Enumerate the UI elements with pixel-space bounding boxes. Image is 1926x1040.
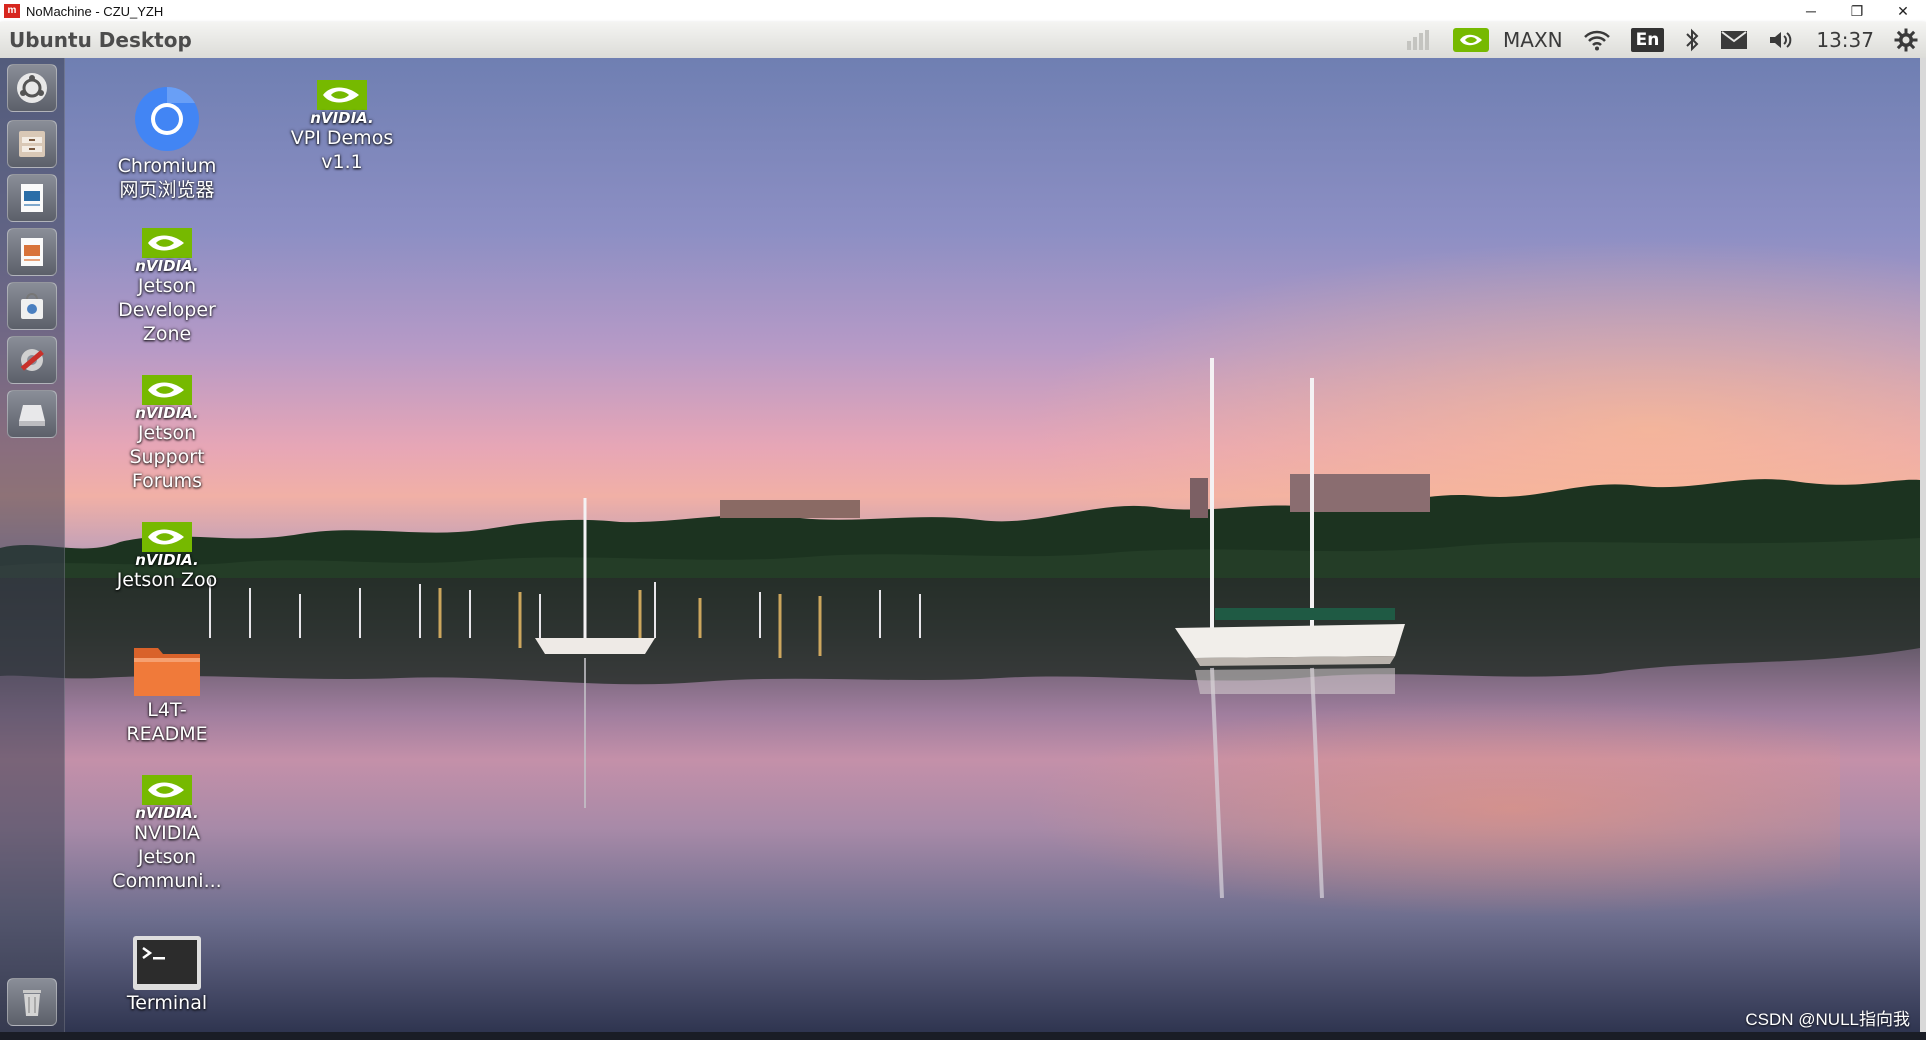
- minimize-button[interactable]: ─: [1788, 0, 1834, 22]
- clock[interactable]: 13:37: [1816, 22, 1874, 58]
- desktop-icon-jetson-developer-zone[interactable]: nVIDIA. Jetson Developer Zone: [97, 228, 237, 346]
- close-button[interactable]: ✕: [1880, 0, 1926, 22]
- ubuntu-logo-icon: [17, 73, 47, 103]
- csdn-watermark: CSDN @NULL指向我: [1745, 1010, 1910, 1029]
- desktop-icon-vpi-demos[interactable]: nVIDIA. VPI Demos v1.1: [272, 80, 412, 174]
- indicator-area: MAXN En 13:37: [1395, 22, 1926, 58]
- launcher: [0, 58, 65, 1032]
- chromium-icon: [135, 86, 199, 151]
- desktop-icon-label: Developer: [118, 299, 216, 321]
- desktop-icon-chromium[interactable]: Chromium 网页浏览器: [97, 84, 237, 202]
- settings-gear-icon[interactable]: [1894, 22, 1918, 58]
- launcher-impress[interactable]: [7, 228, 57, 276]
- mail-icon[interactable]: [1720, 22, 1748, 58]
- nvidia-eye-icon: [317, 80, 367, 110]
- folder-icon: [134, 648, 200, 696]
- desktop-icon-label: L4T-: [147, 699, 187, 721]
- top-panel: Ubuntu Desktop MAXN En 13:37: [0, 22, 1926, 59]
- desktop-icon-label: Terminal: [126, 992, 208, 1014]
- nvidia-wordmark: nVIDIA.: [135, 404, 199, 422]
- power-mode[interactable]: MAXN: [1503, 22, 1563, 58]
- nvidia-eye-icon: [142, 775, 192, 805]
- desktop-icon-label: VPI Demos: [290, 127, 394, 149]
- nomachine-logo-icon: m: [4, 4, 20, 18]
- file-cabinet-icon: [19, 131, 45, 157]
- launcher-system-settings[interactable]: [7, 336, 57, 384]
- bluetooth-icon[interactable]: [1684, 22, 1700, 58]
- desktop-icon-label: Jetson Zoo: [116, 569, 218, 591]
- desktop-icon-label: README: [126, 723, 208, 745]
- desktop-icon-l4t-readme[interactable]: L4T- README: [97, 640, 237, 746]
- wrench-gear-icon: [20, 349, 44, 371]
- nvidia-eye-icon: [142, 375, 192, 405]
- desktop-icon-label: Communi...: [112, 870, 222, 892]
- clock-label: 13:37: [1816, 28, 1874, 52]
- desktop-icon-terminal[interactable]: Terminal: [97, 935, 237, 1015]
- desktop-icon-label: 网页浏览器: [119, 179, 215, 201]
- desktop-icon-jetson-zoo[interactable]: nVIDIA. Jetson Zoo: [97, 522, 237, 592]
- window-right-edge: [1920, 58, 1926, 1032]
- power-mode-label: MAXN: [1503, 28, 1563, 52]
- launcher-disk-drive[interactable]: [7, 390, 57, 438]
- nvidia-wordmark: nVIDIA.: [135, 804, 199, 822]
- nvidia-icon: [1453, 28, 1490, 52]
- document-icon: [21, 184, 43, 212]
- desktop-icon-jetson-support-forums[interactable]: nVIDIA. Jetson Support Forums: [97, 375, 237, 493]
- nvidia-eye-icon: [142, 228, 192, 258]
- desktop-icon-label: Forums: [131, 470, 203, 492]
- wifi-icon[interactable]: [1583, 22, 1611, 58]
- restore-button[interactable]: ❐: [1834, 0, 1880, 22]
- terminal-icon: [133, 936, 201, 990]
- network-activity-icon[interactable]: [1405, 22, 1433, 58]
- desktop-icon-label: Jetson: [137, 422, 197, 444]
- launcher-software-center[interactable]: [7, 282, 57, 330]
- desktop-wallpaper: [0, 58, 1920, 1032]
- trash-icon: [23, 990, 41, 1016]
- launcher-writer[interactable]: [7, 174, 57, 222]
- launcher-trash[interactable]: [7, 978, 57, 1026]
- shopping-bag-icon: [21, 293, 43, 319]
- keyboard-layout-indicator[interactable]: En: [1630, 22, 1665, 58]
- nvidia-eye-icon: [142, 522, 192, 552]
- desktop-icon-label: Chromium: [117, 155, 217, 177]
- keyboard-layout-label: En: [1630, 28, 1665, 52]
- nomachine-titlebar: m NoMachine - CZU_YZH ─ ❐ ✕: [0, 0, 1926, 22]
- launcher-files[interactable]: [7, 120, 57, 168]
- sailboats: [209, 358, 1405, 898]
- desktop-icon-label: Jetson: [137, 275, 197, 297]
- desktop-icon-label: NVIDIA: [133, 822, 201, 844]
- window-bottom-edge: [0, 1032, 1926, 1040]
- drive-icon: [19, 405, 45, 426]
- launcher-ubuntu-search[interactable]: [7, 64, 57, 112]
- nvidia-wordmark: nVIDIA.: [135, 551, 199, 569]
- nvidia-wordmark: nVIDIA.: [135, 257, 199, 275]
- nvidia-wordmark: nVIDIA.: [310, 109, 374, 127]
- presentation-icon: [21, 238, 43, 266]
- desktop-icon-label: Zone: [142, 323, 192, 345]
- desktop-icon-label: Jetson: [137, 846, 197, 868]
- desktop-icon-label: v1.1: [321, 151, 363, 173]
- desktop-icon-nvidia-jetson-community[interactable]: nVIDIA. NVIDIA Jetson Communi...: [97, 775, 237, 893]
- window-title: NoMachine - CZU_YZH: [26, 3, 164, 19]
- desktop-icon-label: Support: [129, 446, 205, 468]
- nvidia-power-indicator[interactable]: [1453, 22, 1490, 58]
- volume-icon[interactable]: [1768, 22, 1796, 58]
- panel-title: Ubuntu Desktop: [9, 28, 192, 52]
